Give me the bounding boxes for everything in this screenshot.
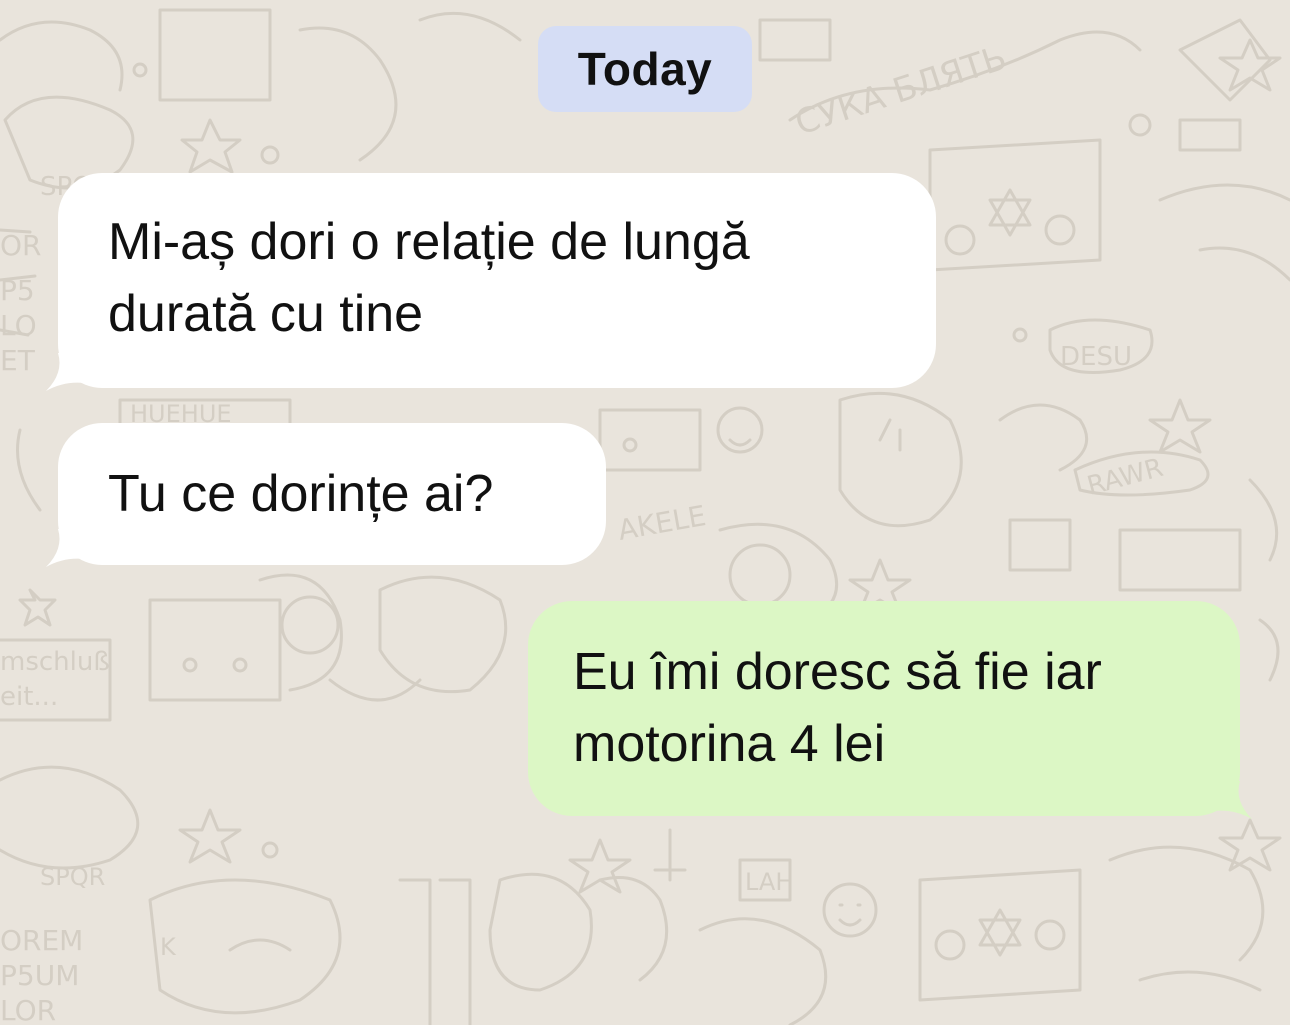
message-text: Eu îmi doresc să fie iar motorina 4 lei [573,643,1102,773]
svg-text:K: K [160,933,177,961]
incoming-message-bubble[interactable]: Tu ce dorințe ai? [46,423,606,567]
svg-text:eit...: eit... [0,682,58,712]
svg-text:LAH: LAH [745,868,793,896]
date-separator-badge: Today [538,26,752,112]
bubble-tail-icon [1214,781,1252,819]
svg-text:SPQR: SPQR [40,863,105,891]
svg-text:AKELE: AKELE [615,499,708,547]
svg-text:mschluß: mschluß [0,647,110,677]
message-text: Tu ce dorințe ai? [108,465,494,523]
svg-text:ET: ET [0,344,36,377]
svg-text:СУКА БЛЯТЬ: СУКА БЛЯТЬ [790,38,1011,144]
bubble-tail-icon [46,529,84,567]
incoming-message-bubble[interactable]: Mi-aș dori o relație de lungă durată cu … [46,173,936,391]
svg-text:LO: LO [0,309,37,342]
outgoing-message-bubble[interactable]: Eu îmi doresc să fie iar motorina 4 lei [528,601,1252,819]
svg-text:LOR: LOR [0,994,56,1025]
svg-text:DESU: DESU [1060,342,1132,372]
message-text: Mi-aș dori o relație de lungă durată cu … [108,213,750,343]
svg-text:P5: P5 [0,274,35,307]
date-separator-label: Today [577,43,713,95]
svg-text:OR: OR [0,229,42,262]
svg-text:P5UM: P5UM [0,959,79,992]
bubble-tail-icon [46,353,84,391]
svg-text:OREM: OREM [0,924,83,957]
